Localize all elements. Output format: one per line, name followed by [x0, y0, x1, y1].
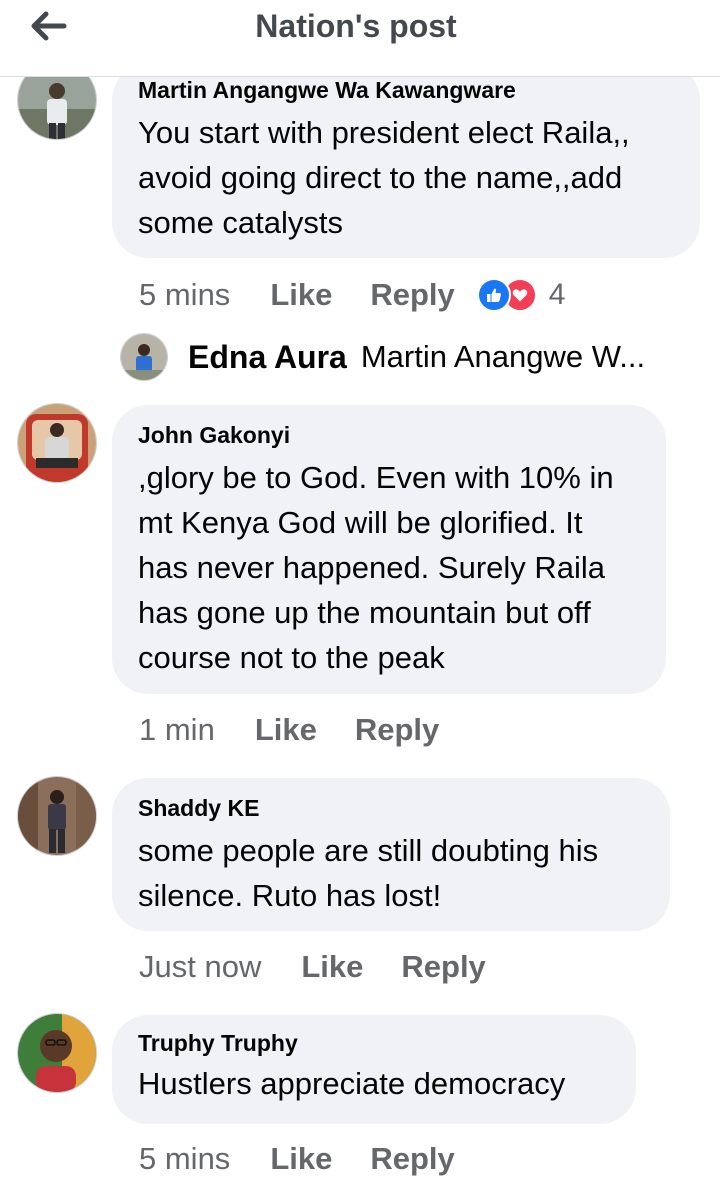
- comment-author[interactable]: Martin Angangwe Wa Kawangware: [138, 76, 674, 104]
- comment-author[interactable]: John Gakonyi: [138, 421, 640, 449]
- reaction-summary[interactable]: 4: [476, 278, 566, 312]
- like-button[interactable]: Like: [270, 277, 332, 313]
- comment-actions: Just now Like Reply: [139, 942, 524, 992]
- like-button[interactable]: Like: [270, 1141, 332, 1177]
- page-title: Nation's post: [255, 8, 457, 44]
- comment-author[interactable]: Shaddy KE: [138, 794, 644, 822]
- reply-button[interactable]: Reply: [370, 1141, 454, 1177]
- comment-time[interactable]: Just now: [139, 949, 261, 985]
- top-bar: Nation's post: [0, 0, 720, 77]
- comment-actions: 5 mins Like Reply 4: [139, 270, 565, 320]
- like-button[interactable]: Like: [255, 712, 317, 748]
- comment-text: ,glory be to God. Even with 10% in mt Ke…: [138, 460, 614, 675]
- reply-button[interactable]: Reply: [401, 949, 485, 985]
- avatar[interactable]: [17, 403, 97, 483]
- comment-actions: 5 mins Like Reply: [139, 1134, 493, 1184]
- comment-bubble[interactable]: Martin Angangwe Wa Kawangware You start …: [112, 64, 700, 258]
- avatar[interactable]: [17, 1013, 97, 1093]
- reply-snippet: Martin Anangwe W...: [360, 339, 646, 374]
- reaction-count: 4: [548, 278, 566, 311]
- comment-actions: 1 min Like Reply: [139, 705, 477, 755]
- comment-time[interactable]: 5 mins: [139, 1141, 230, 1177]
- comment-author[interactable]: Truphy Truphy: [138, 1029, 610, 1057]
- comment-text: Hustlers appreciate democracy: [138, 1066, 566, 1101]
- avatar[interactable]: [17, 776, 97, 856]
- reply-preview[interactable]: Edna Aura Martin Anangwe W...: [120, 332, 645, 382]
- avatar[interactable]: [120, 333, 168, 381]
- comment-text: You start with president elect Raila,, a…: [138, 115, 630, 240]
- comment-text: some people are still doubting his silen…: [138, 833, 599, 913]
- comment-bubble[interactable]: Truphy Truphy Hustlers appreciate democr…: [112, 1015, 636, 1124]
- reply-button[interactable]: Reply: [355, 712, 439, 748]
- reply-author[interactable]: Edna Aura: [188, 339, 347, 376]
- like-icon: [476, 278, 511, 312]
- comment-time[interactable]: 5 mins: [139, 277, 230, 313]
- reply-button[interactable]: Reply: [370, 277, 454, 313]
- comment-bubble[interactable]: John Gakonyi ,glory be to God. Even with…: [112, 405, 666, 694]
- comment-time[interactable]: 1 min: [139, 712, 215, 748]
- like-button[interactable]: Like: [301, 949, 363, 985]
- comment-bubble[interactable]: Shaddy KE some people are still doubting…: [112, 778, 670, 931]
